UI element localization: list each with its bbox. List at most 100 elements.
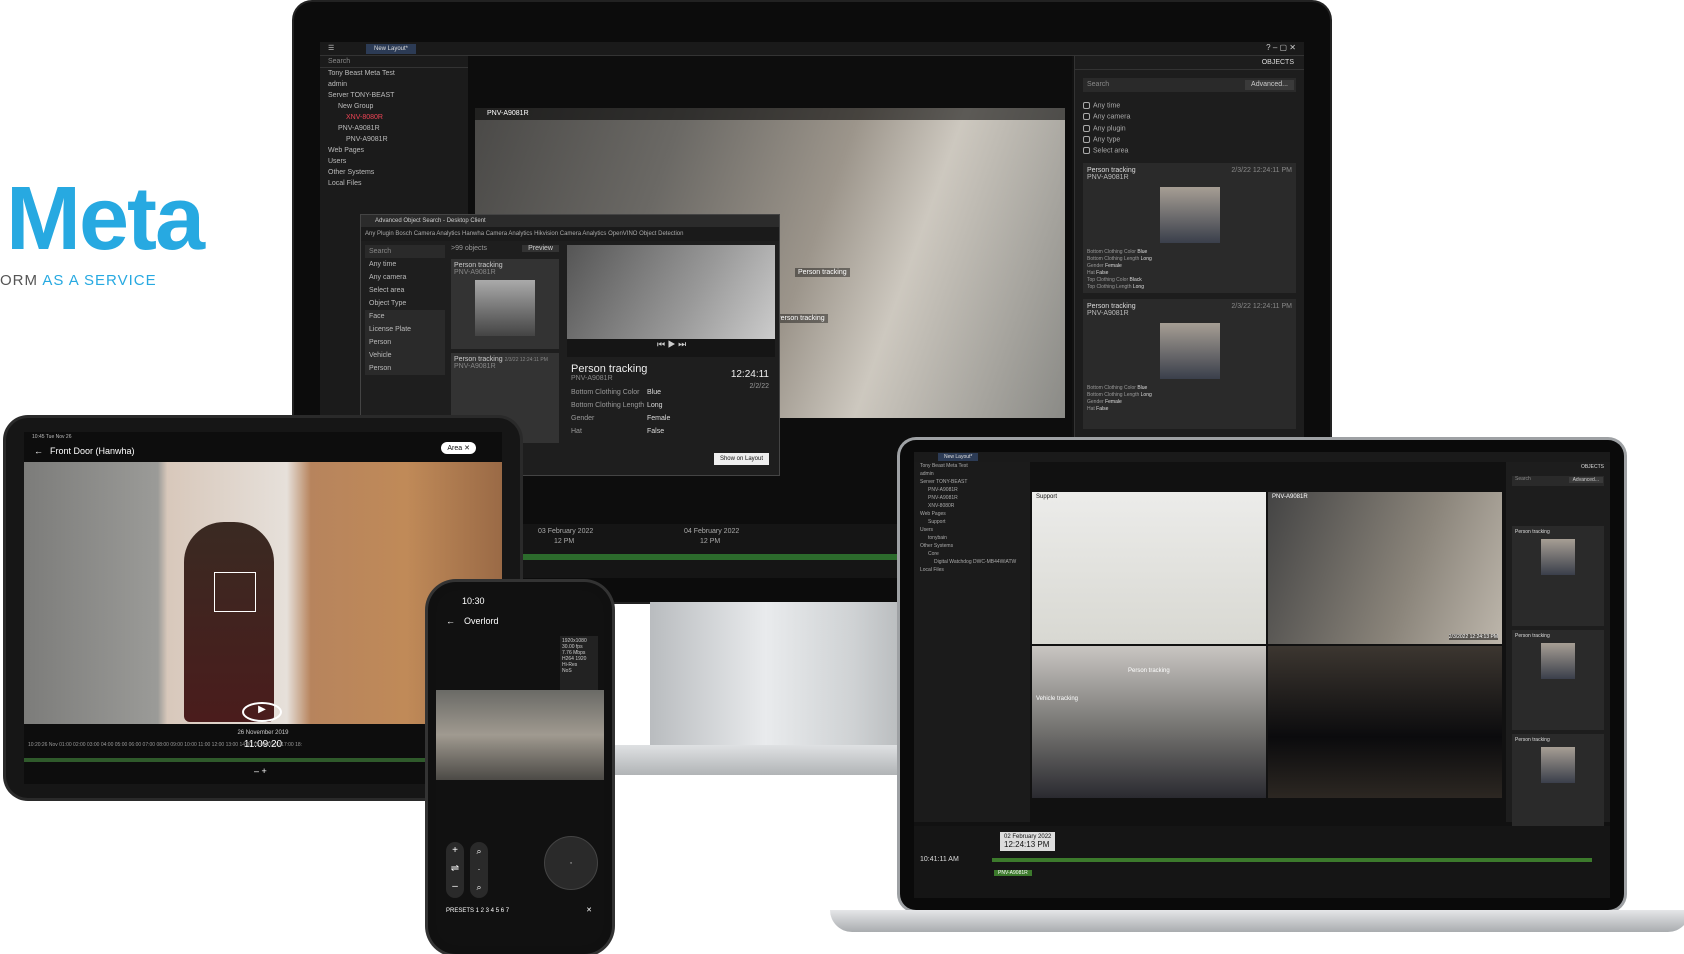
tree-item[interactable]: Digital Watchdog DWC-MB44WiATW bbox=[914, 558, 1030, 566]
tree-item-group[interactable]: New Group bbox=[320, 101, 468, 112]
back-arrow-icon[interactable]: ← bbox=[34, 446, 43, 456]
tree-item[interactable]: Tony Beast Meta Test bbox=[914, 462, 1030, 470]
menu-icon[interactable]: ☰ bbox=[328, 44, 334, 52]
tree-item[interactable]: Local Files bbox=[914, 566, 1030, 574]
filter-time[interactable]: Any time bbox=[1075, 100, 1304, 111]
filter-item[interactable]: Any camera bbox=[365, 271, 445, 284]
filter-label: Any time bbox=[1093, 102, 1121, 110]
object-type-vehicle[interactable]: Vehicle bbox=[365, 349, 445, 362]
filter-label: Any plugin bbox=[1093, 125, 1126, 133]
tree-item-camera[interactable]: PNV-A9081R bbox=[320, 123, 468, 134]
attr-value: Long bbox=[647, 402, 663, 409]
archive-bar[interactable] bbox=[992, 858, 1592, 862]
presets-bar[interactable]: PRESETS 1 2 3 4 5 6 7 bbox=[446, 908, 509, 914]
brand-tagline: ORM AS A SERVICE bbox=[0, 272, 157, 289]
tree-item-other-systems[interactable]: Other Systems bbox=[320, 167, 468, 178]
tab-layout[interactable]: New Layout* bbox=[938, 453, 979, 461]
show-on-layout-button[interactable]: Show on Layout bbox=[713, 453, 769, 465]
filter-item[interactable]: Any time bbox=[365, 258, 445, 271]
attr-key: Hat bbox=[571, 428, 582, 435]
phone-video-feed[interactable] bbox=[436, 690, 604, 780]
object-card[interactable]: Person tracking 2/3/22 12:24:11 PM PNV-A… bbox=[1083, 162, 1296, 293]
object-type-person[interactable]: Person bbox=[365, 362, 445, 375]
tree-item[interactable]: PNV-A9081R bbox=[914, 494, 1030, 502]
tab-objects[interactable]: OBJECTS bbox=[1581, 464, 1604, 470]
timeline[interactable]: 02 February 2022 12:24:13 PM 10:41:11 AM … bbox=[914, 826, 1610, 898]
object-card[interactable]: Person tracking bbox=[1512, 734, 1604, 834]
tree-item-local-files[interactable]: Local Files bbox=[320, 178, 468, 189]
object-card[interactable]: Person tracking 2/3/22 12:24:11 PM PNV-A… bbox=[1083, 298, 1296, 429]
focus-buttons[interactable]: ⌕ · ⌕ bbox=[470, 842, 488, 898]
preview-time: 12:24:11 bbox=[730, 369, 769, 380]
play-button[interactable]: ▶ bbox=[242, 702, 282, 722]
plugin-tabs[interactable]: Any Plugin Bosch Camera Analytics Hanwha… bbox=[361, 227, 779, 241]
card-thumbnail bbox=[1159, 186, 1220, 243]
tree-item[interactable]: Support bbox=[914, 518, 1030, 526]
zoom-controls[interactable]: – + bbox=[254, 766, 267, 776]
tree-item[interactable]: admin bbox=[914, 470, 1030, 478]
tree-item-camera[interactable]: PNV-A9081R bbox=[320, 134, 468, 145]
objects-search-input[interactable]: Search Advanced... bbox=[1083, 78, 1296, 92]
preview-pane: ⏮ ▶ ⏭ Person tracking PNV-A9081R 12:24:1… bbox=[567, 245, 775, 471]
tree-item-web-pages[interactable]: Web Pages bbox=[320, 145, 468, 156]
object-type-face[interactable]: Face bbox=[365, 310, 445, 323]
object-card[interactable]: Person tracking bbox=[1512, 526, 1604, 626]
play-icon[interactable]: ⏮ ▶ ⏭ bbox=[567, 339, 686, 349]
filter-item[interactable]: Object Type bbox=[365, 297, 445, 310]
tree-item-user[interactable]: admin bbox=[320, 79, 468, 90]
filter-item[interactable]: Select area bbox=[365, 284, 445, 297]
tree-item[interactable]: PNV-A9081R bbox=[914, 486, 1030, 494]
area-icon bbox=[1083, 147, 1090, 155]
close-icon[interactable]: ✕ bbox=[586, 906, 592, 914]
object-type-person[interactable]: Person bbox=[365, 336, 445, 349]
tree-item[interactable]: Core bbox=[914, 550, 1030, 558]
filter-type[interactable]: Any type bbox=[1075, 134, 1304, 145]
camera-tile[interactable]: Vehicle tracking Person tracking bbox=[1032, 646, 1266, 798]
tree-item[interactable]: tonybain bbox=[914, 534, 1030, 542]
advanced-button[interactable]: Advanced... bbox=[1568, 477, 1603, 483]
tab-layout[interactable]: New Layout* bbox=[366, 44, 417, 54]
tree-item[interactable]: Users bbox=[914, 526, 1030, 534]
camera-tile[interactable]: PNV-A9081R 2/3/2022 12:24:13 PM bbox=[1268, 492, 1502, 644]
tab-objects[interactable]: OBJECTS bbox=[1262, 59, 1294, 66]
tree-item[interactable]: Web Pages bbox=[914, 510, 1030, 518]
object-card[interactable]: Person tracking bbox=[1512, 630, 1604, 730]
result-camera: PNV-A9081R bbox=[454, 363, 496, 370]
tree-item-server[interactable]: Server TONY-BEAST bbox=[320, 90, 468, 101]
tree-item-camera[interactable]: XNV-8080R bbox=[320, 112, 468, 123]
right-panel: OBJECTS Search Advanced... Person trackin… bbox=[1506, 462, 1610, 834]
zoom-buttons[interactable]: + ⇌ – bbox=[446, 842, 464, 898]
filter-area[interactable]: Select area bbox=[1075, 145, 1304, 156]
dialog-search-input[interactable]: Search bbox=[365, 245, 445, 258]
tree-item[interactable]: Server TONY-BEAST bbox=[914, 478, 1030, 486]
result-item[interactable]: Person tracking PNV-A9081R bbox=[451, 259, 559, 349]
attr-key: Hat bbox=[1087, 405, 1095, 412]
back-arrow-icon[interactable]: ← bbox=[446, 616, 455, 626]
object-type-license-plate[interactable]: License Plate bbox=[365, 323, 445, 336]
objects-search-input[interactable]: Search Advanced... bbox=[1512, 476, 1604, 486]
camera-tile[interactable] bbox=[1268, 646, 1502, 798]
tree-item-users[interactable]: Users bbox=[320, 156, 468, 167]
ptz-joystick[interactable]: ◦ bbox=[544, 836, 598, 890]
tree-item[interactable]: XNV-8080R bbox=[914, 502, 1030, 510]
map-tile[interactable]: Support bbox=[1032, 492, 1266, 644]
tree-item-system[interactable]: Tony Beast Meta Test bbox=[320, 68, 468, 79]
tree-search-input[interactable]: Search bbox=[320, 56, 468, 68]
tree-item[interactable]: Other Systems bbox=[914, 542, 1030, 550]
area-chip[interactable]: Area ✕ bbox=[441, 442, 476, 454]
detection-label: Person tracking bbox=[795, 268, 850, 277]
playback-controls[interactable]: ⏮ ▶ ⏭ bbox=[567, 339, 775, 357]
advanced-button[interactable]: Advanced... bbox=[1245, 80, 1294, 90]
detection-label: Person tracking bbox=[773, 314, 828, 323]
preview-video[interactable] bbox=[567, 245, 775, 339]
attr-value: Female bbox=[1105, 262, 1122, 269]
tile-timestamp: 2/3/2022 12:24:13 PM bbox=[1448, 634, 1498, 640]
filter-plugin[interactable]: Any plugin bbox=[1075, 123, 1304, 134]
attribute-row: Bottom Clothing Color Blue bbox=[567, 386, 775, 399]
attr-key: Bottom Clothing Color bbox=[1087, 384, 1136, 391]
detection-label: Vehicle tracking bbox=[1036, 696, 1079, 702]
filter-camera[interactable]: Any camera bbox=[1075, 111, 1304, 122]
preview-button[interactable]: Preview bbox=[522, 245, 559, 252]
brand-logo-text: Meta bbox=[6, 169, 205, 269]
window-controls[interactable]: ? – ▢ ✕ bbox=[1266, 43, 1296, 52]
